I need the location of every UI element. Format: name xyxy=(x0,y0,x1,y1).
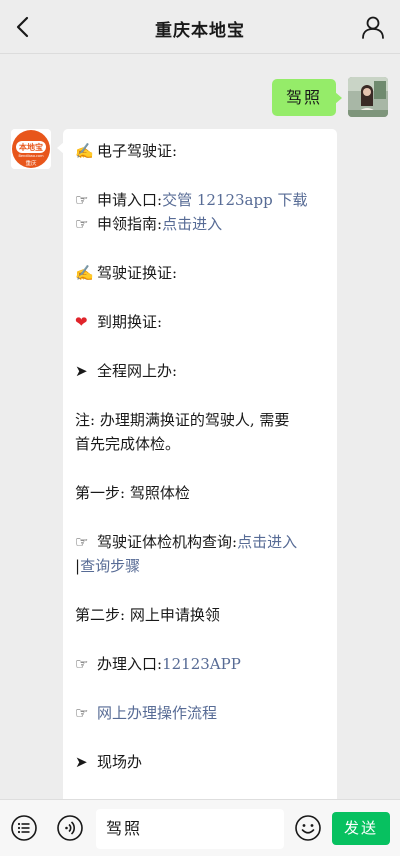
heart-icon: ❤ xyxy=(75,313,88,331)
expire-title: ❤ 到期换证: xyxy=(75,310,327,334)
apply-link[interactable]: 交管 12123app 下载 xyxy=(162,191,307,209)
voice-button[interactable] xyxy=(56,814,84,842)
institution-link[interactable]: 点击进入 xyxy=(237,533,297,551)
note-line-1: 注: 办理期满换证的驾驶人, 需要 xyxy=(75,411,290,429)
emoji-button[interactable] xyxy=(294,814,322,842)
svg-text:Bendibao.com: Bendibao.com xyxy=(18,154,44,158)
chat-title: 重庆本地宝 xyxy=(155,21,245,41)
top-bar: 重庆本地宝 xyxy=(0,0,400,54)
emoji-icon xyxy=(295,815,321,841)
writing-hand-icon: ✍ xyxy=(75,264,94,282)
handle-link[interactable]: 12123APP xyxy=(162,655,241,673)
process-link[interactable]: 网上办理操作流程 xyxy=(97,704,217,722)
apply-line: ☞ 申请入口:交管 12123app 下载 xyxy=(75,188,327,212)
profile-button[interactable] xyxy=(360,14,386,40)
bot-message-bubble[interactable]: ✍ 电子驾驶证: ☞ 申请入口:交管 12123app 下载 ☞ 申领指南:点击进入 … xyxy=(57,129,337,799)
query-steps-link[interactable]: 查询步骤 xyxy=(80,557,140,575)
pointing-hand-icon: ☞ xyxy=(75,704,89,722)
pointing-hand-icon: ☞ xyxy=(75,533,89,551)
note-line-2: 首先完成体检。 xyxy=(75,435,181,453)
pointing-hand-icon: ☞ xyxy=(75,655,89,673)
svg-text:本地宝: 本地宝 xyxy=(18,142,43,152)
menu-icon xyxy=(11,815,37,841)
arrow-right-icon: ➤ xyxy=(75,753,88,771)
pointing-hand-icon: ☞ xyxy=(75,191,89,209)
handle-line: ☞ 办理入口:12123APP xyxy=(75,652,327,676)
section-title-renew: ✍ 驾驶证换证: xyxy=(75,261,327,285)
svg-text:重庆: 重庆 xyxy=(25,159,37,167)
pointing-hand-icon: ☞ xyxy=(75,215,89,233)
arrow-right-icon: ➤ xyxy=(75,362,88,380)
person-icon xyxy=(362,16,384,39)
chat-area[interactable]: 驾照 本地宝 Bendibao.com 重庆 ✍ 电子驾驶证: ☞ 申请入口:交… xyxy=(0,55,400,799)
menu-button[interactable] xyxy=(10,814,38,842)
institution-line: ☞ 驾驶证体检机构查询:点击进入 xyxy=(75,530,327,554)
send-button[interactable]: 发送 xyxy=(332,812,390,845)
step-1: 第一步: 驾照体检 xyxy=(75,484,190,502)
online-title: ➤ 全程网上办: xyxy=(75,359,327,383)
guide-line: ☞ 申领指南:点击进入 xyxy=(75,212,327,236)
bot-avatar[interactable]: 本地宝 Bendibao.com 重庆 xyxy=(11,129,51,169)
writing-hand-icon: ✍ xyxy=(75,142,94,160)
message-input[interactable]: 驾照 xyxy=(96,809,284,849)
step-2: 第二步: 网上申请换领 xyxy=(75,606,220,624)
process-line: ☞ 网上办理操作流程 xyxy=(75,701,327,725)
voice-icon xyxy=(57,815,83,841)
my-message-bubble[interactable]: 驾照 xyxy=(271,79,343,116)
input-toolbar: 驾照 发送 xyxy=(0,799,400,856)
section-title-ecert: ✍ 电子驾驶证: xyxy=(75,139,327,163)
guide-link[interactable]: 点击进入 xyxy=(162,215,222,233)
institution-line-2: |查询步骤 xyxy=(75,557,141,575)
my-avatar[interactable] xyxy=(348,77,388,117)
onsite-title: ➤ 现场办 xyxy=(75,750,327,774)
